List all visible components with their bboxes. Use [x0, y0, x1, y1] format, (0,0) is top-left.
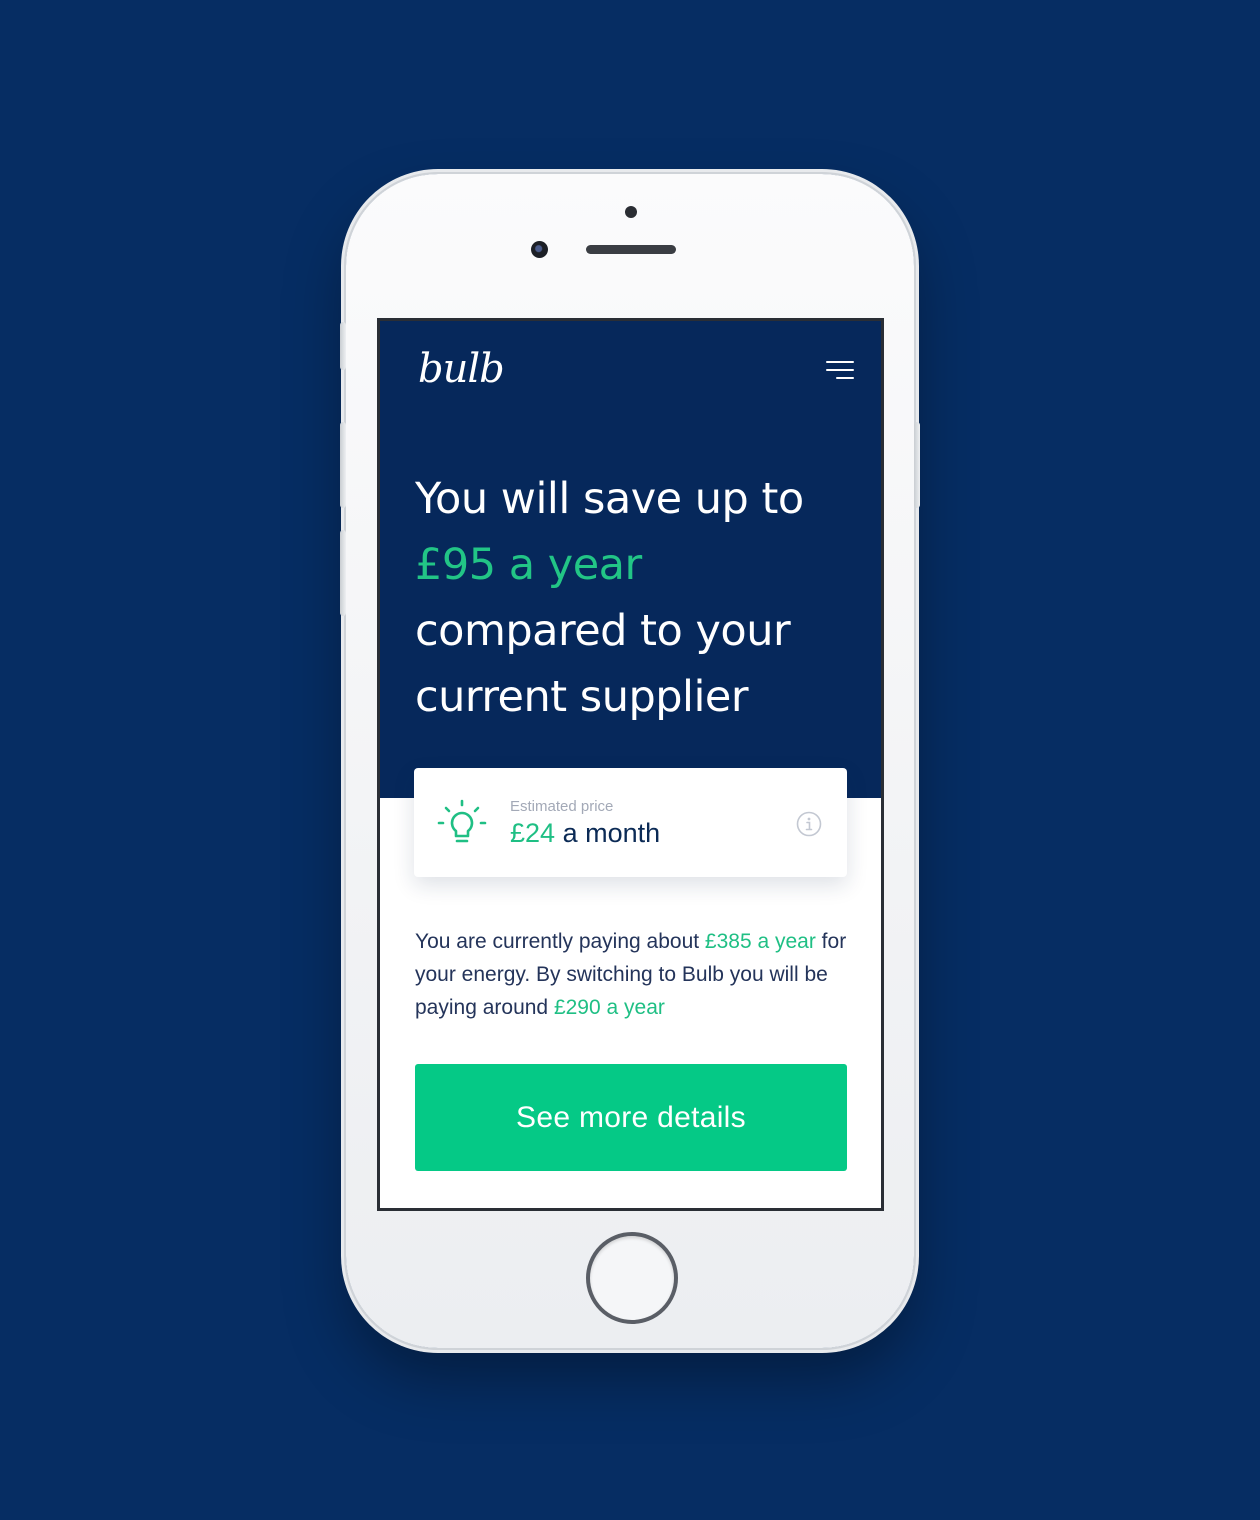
- current-cost: £385 a year: [704, 930, 816, 953]
- summary-text-1: You are currently paying about: [415, 930, 705, 953]
- new-cost: £290 a year: [553, 996, 665, 1019]
- headline-line-4: current supplier: [415, 672, 749, 722]
- lightbulb-icon: [437, 799, 487, 843]
- estimated-price-card: Estimated price £24 a month: [414, 768, 847, 877]
- earpiece-speaker: [586, 245, 676, 254]
- cost-summary: You are currently paying about £385 a ye…: [415, 925, 855, 1024]
- mute-switch: [340, 322, 346, 370]
- phone-screen: bulb You will save up to £95 a year comp…: [377, 318, 884, 1211]
- savings-headline: You will save up to £95 a year compared …: [415, 466, 865, 730]
- headline-line-1: You will save up to: [415, 474, 804, 524]
- volume-up-button: [340, 422, 346, 508]
- price-period: a month: [555, 818, 661, 848]
- bulb-logo[interactable]: bulb: [418, 349, 505, 389]
- page-background: bulb You will save up to £95 a year comp…: [0, 0, 1260, 1520]
- proximity-sensor: [625, 206, 637, 218]
- volume-down-button: [340, 530, 346, 616]
- hamburger-menu-icon[interactable]: [826, 359, 854, 383]
- savings-amount: £95 a year: [415, 540, 642, 590]
- front-camera: [531, 241, 548, 258]
- hero-section: bulb You will save up to £95 a year comp…: [380, 321, 881, 798]
- home-button[interactable]: [586, 1232, 678, 1324]
- power-button: [914, 422, 920, 508]
- headline-line-3: compared to your: [415, 606, 791, 656]
- info-icon[interactable]: [796, 811, 822, 837]
- price-value: £24 a month: [510, 818, 660, 849]
- price-caption: Estimated price: [510, 798, 614, 815]
- see-more-details-button[interactable]: See more details: [415, 1064, 847, 1171]
- price-amount: £24: [510, 818, 556, 848]
